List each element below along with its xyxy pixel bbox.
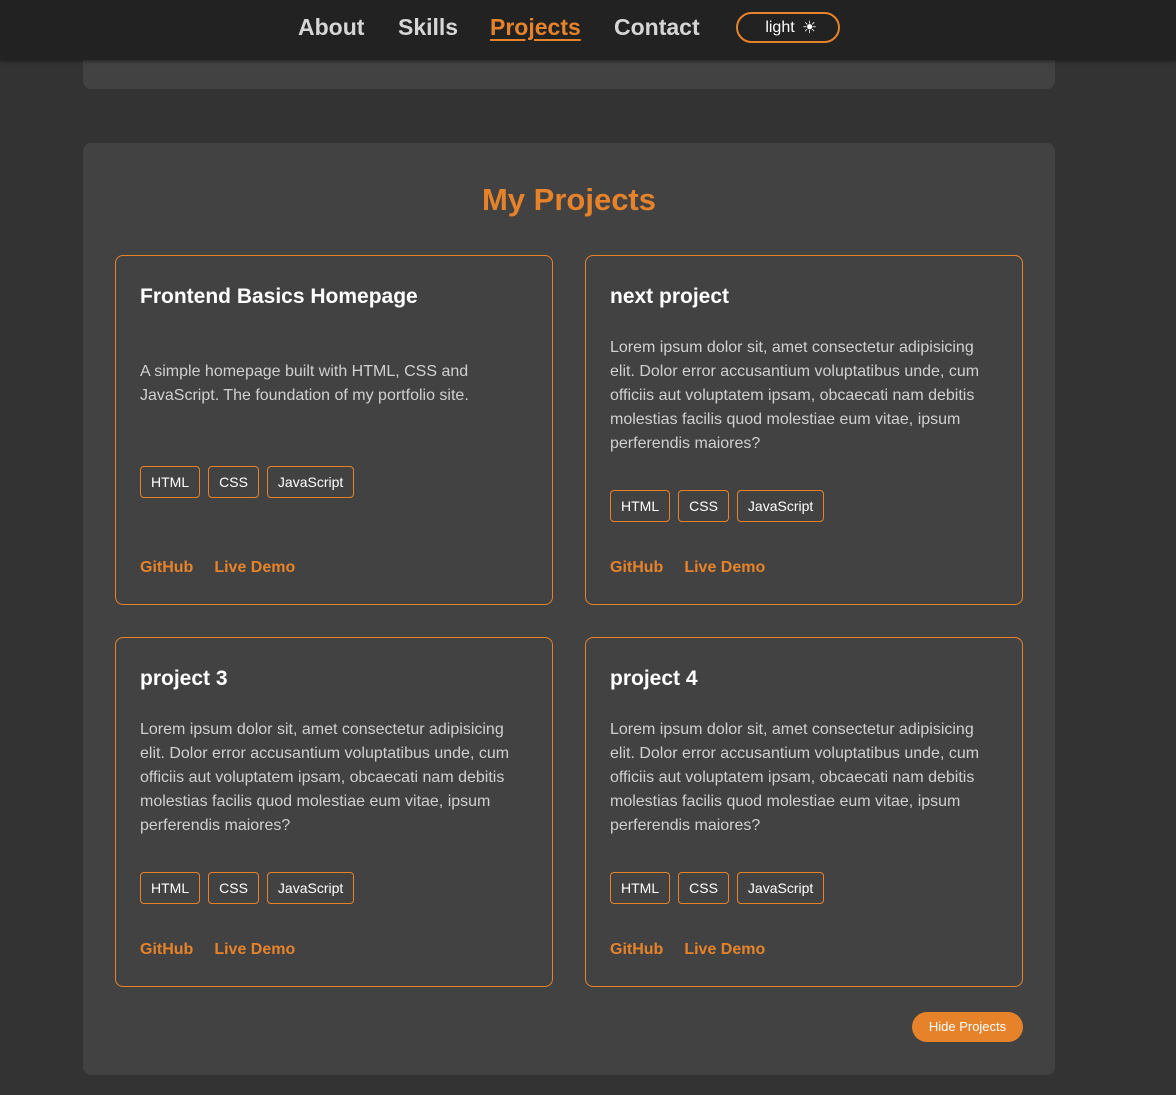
project-card: Frontend Basics Homepage A simple homepa…: [115, 255, 553, 605]
tag-html: HTML: [610, 490, 671, 522]
project-links: GitHub Live Demo: [610, 558, 765, 578]
tag-css: CSS: [208, 466, 259, 498]
project-card: next project Lorem ipsum dolor sit, amet…: [585, 255, 1023, 605]
project-title: next project: [610, 285, 730, 308]
theme-toggle-button[interactable]: light ☀: [736, 12, 840, 43]
projects-title: My Projects: [481, 182, 656, 217]
project-card: project 4 Lorem ipsum dolor sit, amet co…: [585, 637, 1023, 987]
live-demo-link[interactable]: Live Demo: [214, 558, 295, 578]
tag-css: CSS: [678, 490, 729, 522]
theme-toggle-label: light: [765, 18, 795, 36]
project-links: GitHub Live Demo: [140, 558, 295, 578]
project-tags: HTML CSS JavaScript: [140, 872, 355, 904]
nav-link-contact[interactable]: Contact: [614, 13, 700, 41]
tag-css: CSS: [678, 872, 729, 904]
project-tags: HTML CSS JavaScript: [610, 872, 825, 904]
project-description: Lorem ipsum dolor sit, amet consectetur …: [610, 339, 980, 452]
tag-javascript: JavaScript: [736, 872, 825, 904]
live-demo-link[interactable]: Live Demo: [684, 558, 765, 578]
live-demo-link[interactable]: Live Demo: [214, 940, 295, 960]
tag-javascript: JavaScript: [266, 466, 355, 498]
project-links: GitHub Live Demo: [140, 940, 295, 960]
project-description: A simple homepage built with HTML, CSS a…: [140, 363, 469, 404]
tag-css: CSS: [208, 872, 259, 904]
github-link[interactable]: GitHub: [140, 558, 193, 578]
live-demo-link[interactable]: Live Demo: [684, 940, 765, 960]
tag-javascript: JavaScript: [266, 872, 355, 904]
project-title: project 3: [140, 667, 228, 690]
github-link[interactable]: GitHub: [610, 558, 663, 578]
project-tags: HTML CSS JavaScript: [610, 490, 825, 522]
tag-html: HTML: [140, 872, 201, 904]
project-description: Lorem ipsum dolor sit, amet consectetur …: [610, 721, 980, 834]
project-title: project 4: [610, 667, 698, 690]
project-description: Lorem ipsum dolor sit, amet consectetur …: [140, 721, 510, 834]
nav-link-about[interactable]: About: [298, 13, 364, 41]
project-links: GitHub Live Demo: [610, 940, 765, 960]
tag-html: HTML: [610, 872, 671, 904]
project-tags: HTML CSS JavaScript: [140, 466, 355, 498]
tag-html: HTML: [140, 466, 201, 498]
top-navbar: About Skills Projects Contact light ☀: [0, 0, 1176, 60]
project-card: project 3 Lorem ipsum dolor sit, amet co…: [115, 637, 553, 987]
nav-link-skills[interactable]: Skills: [398, 13, 458, 41]
hide-projects-button[interactable]: Hide Projects: [912, 1012, 1023, 1042]
project-title: Frontend Basics Homepage: [140, 285, 418, 308]
tag-javascript: JavaScript: [736, 490, 825, 522]
github-link[interactable]: GitHub: [610, 940, 663, 960]
nav-link-projects[interactable]: Projects: [490, 13, 581, 41]
sun-icon: ☀: [802, 18, 818, 37]
github-link[interactable]: GitHub: [140, 940, 193, 960]
